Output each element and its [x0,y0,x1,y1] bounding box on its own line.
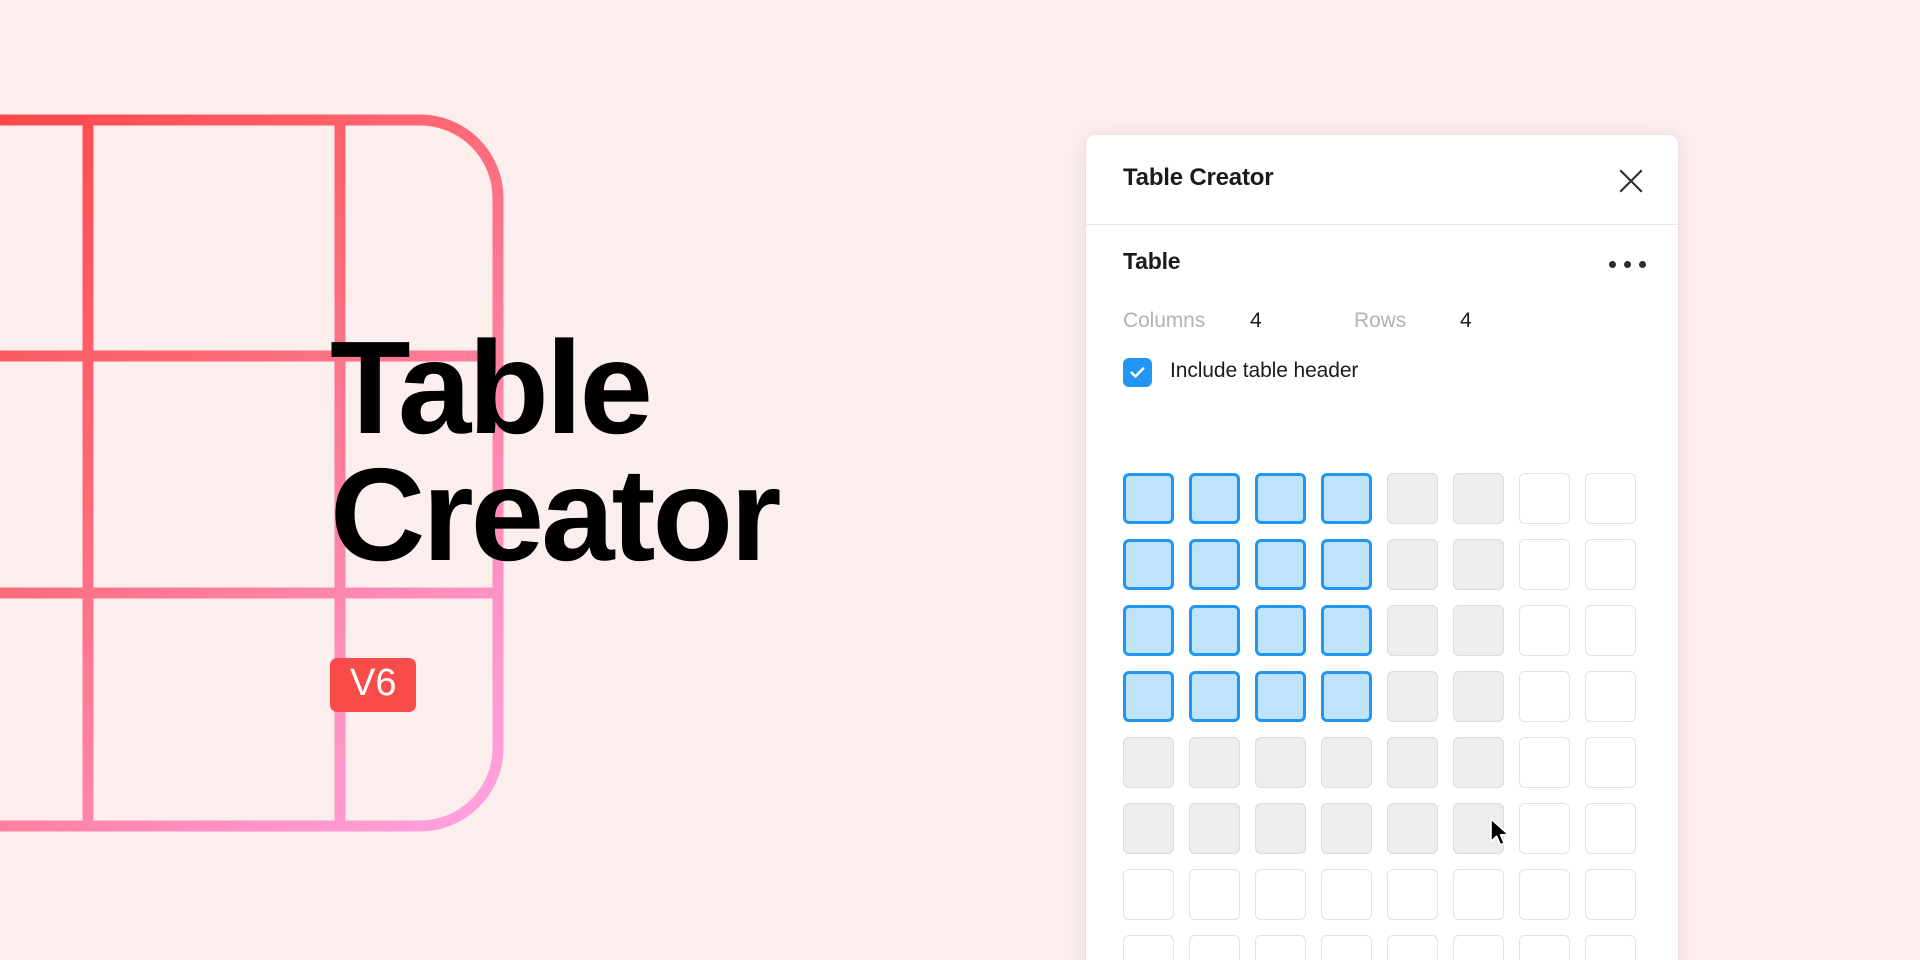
close-icon [1619,169,1643,193]
size-picker-cell[interactable] [1453,539,1504,590]
size-picker-cell[interactable] [1123,539,1174,590]
panel-header: Table Creator [1086,135,1678,225]
size-picker-cell[interactable] [1519,737,1570,788]
size-picker-cell[interactable] [1255,473,1306,524]
screen: Table Creator V6 Table Creator Table Colu… [0,0,1920,960]
close-button[interactable] [1610,160,1652,202]
hero-title-line1: Table [330,314,653,461]
size-picker-cell[interactable] [1321,671,1372,722]
size-picker-cell[interactable] [1519,935,1570,960]
size-picker-cell[interactable] [1321,803,1372,854]
panel-title: Table Creator [1123,164,1274,191]
size-picker-cell[interactable] [1453,671,1504,722]
size-picker-cell[interactable] [1585,473,1636,524]
version-badge: V6 [330,658,417,712]
size-picker-cell[interactable] [1387,935,1438,960]
ellipsis-icon-dot [1608,260,1616,268]
size-picker-cell[interactable] [1387,473,1438,524]
size-picker-cell[interactable] [1453,935,1504,960]
size-picker-cell[interactable] [1123,671,1174,722]
size-picker-cell[interactable] [1123,605,1174,656]
size-picker-cell[interactable] [1123,869,1174,920]
size-picker-cell[interactable] [1387,737,1438,788]
size-picker-cell[interactable] [1585,671,1636,722]
size-picker-cell[interactable] [1387,671,1438,722]
size-picker-cell[interactable] [1519,539,1570,590]
size-picker-cell[interactable] [1189,539,1240,590]
size-picker-cell[interactable] [1321,869,1372,920]
size-picker-cell[interactable] [1387,605,1438,656]
size-picker-cell[interactable] [1321,737,1372,788]
size-picker-cell[interactable] [1519,869,1570,920]
size-picker-cell[interactable] [1321,935,1372,960]
columns-input[interactable]: 4 [1250,309,1262,333]
size-picker-cell[interactable] [1189,605,1240,656]
size-picker-cell[interactable] [1123,737,1174,788]
size-picker-cell[interactable] [1519,473,1570,524]
size-picker-cell[interactable] [1255,539,1306,590]
size-picker-cell[interactable] [1255,605,1306,656]
size-picker-cell[interactable] [1519,605,1570,656]
rows-input[interactable]: 4 [1460,309,1472,333]
size-picker-cell[interactable] [1585,803,1636,854]
size-picker-cell[interactable] [1453,803,1504,854]
include-table-header-label[interactable]: Include table header [1170,359,1358,383]
size-picker-cell[interactable] [1519,803,1570,854]
size-picker-cell[interactable] [1453,605,1504,656]
size-picker-cell[interactable] [1321,605,1372,656]
size-picker-cell[interactable] [1453,869,1504,920]
size-picker-cell[interactable] [1255,935,1306,960]
columns-label: Columns [1123,309,1206,332]
size-picker-cell[interactable] [1189,869,1240,920]
include-header-row: Include table header [1086,351,1678,409]
size-picker-cell[interactable] [1255,671,1306,722]
ellipsis-icon-dot [1623,260,1631,268]
size-picker-cell[interactable] [1189,803,1240,854]
size-picker-cell[interactable] [1321,473,1372,524]
hero-title-line2: Creator [330,440,781,588]
size-picker-cell[interactable] [1123,935,1174,960]
size-picker-cell[interactable] [1387,869,1438,920]
size-picker-cell[interactable] [1321,539,1372,590]
size-picker-cell[interactable] [1453,473,1504,524]
size-picker-cell[interactable] [1387,803,1438,854]
table-size-picker-grid[interactable] [1123,473,1651,960]
size-picker-cell[interactable] [1255,869,1306,920]
size-picker-cell[interactable] [1189,935,1240,960]
more-options-button[interactable] [1604,251,1650,277]
section-title: Table [1123,248,1181,274]
size-picker-cell[interactable] [1123,473,1174,524]
size-picker-cell[interactable] [1585,539,1636,590]
size-picker-cell[interactable] [1189,473,1240,524]
size-picker-cell[interactable] [1189,671,1240,722]
size-picker-cell[interactable] [1255,737,1306,788]
dimension-fields-row: Columns 4 Rows 4 [1086,297,1678,351]
section-header: Table [1086,225,1678,297]
size-picker-cell[interactable] [1123,803,1174,854]
hero-artwork-section: Table Creator V6 [0,0,900,960]
size-picker-cell[interactable] [1585,605,1636,656]
size-picker-cell[interactable] [1387,539,1438,590]
hero-title: Table Creator [330,322,890,581]
size-picker-cell[interactable] [1585,869,1636,920]
size-picker-cell[interactable] [1453,737,1504,788]
table-creator-panel: Table Creator Table Columns 4 Rows 4 Inc… [1086,135,1678,960]
size-picker-cell[interactable] [1585,737,1636,788]
ellipsis-icon-dot [1638,260,1646,268]
rows-label: Rows [1354,309,1407,332]
include-table-header-checkbox[interactable] [1123,358,1152,387]
size-picker-cell[interactable] [1189,737,1240,788]
checkmark-icon [1130,367,1145,378]
size-picker-cell[interactable] [1255,803,1306,854]
size-picker-cell[interactable] [1519,671,1570,722]
size-picker-cell[interactable] [1585,935,1636,960]
